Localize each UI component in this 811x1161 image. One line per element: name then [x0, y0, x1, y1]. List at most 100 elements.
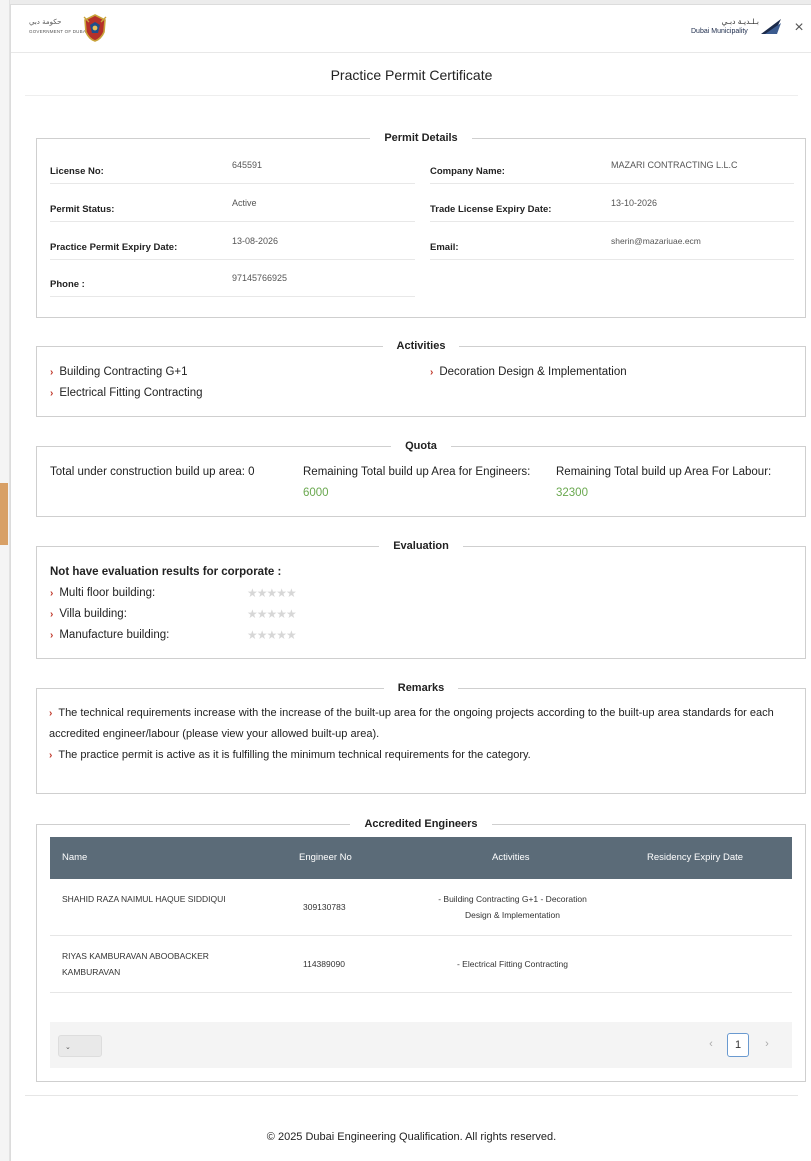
engineer-activities: - Electrical Fitting Contracting [456, 959, 568, 969]
chevron-right-icon: › [49, 750, 53, 761]
engineer-number: 114389090 [303, 959, 345, 969]
chevron-right-icon: › [50, 630, 54, 641]
close-button[interactable]: × [790, 17, 808, 39]
dm-logo-arabic: بـلـديـة دبـي [721, 17, 759, 26]
evaluation-item: › Villa building: [50, 608, 127, 620]
permit-status-label: Permit Status: [50, 204, 115, 215]
evaluation-heading: Not have evaluation results for corporat… [50, 566, 282, 578]
gov-logo-english: GOVERNMENT OF DUBAI [29, 29, 88, 34]
evaluation-item-label: Multi floor building: [59, 587, 156, 599]
practice-permit-expiry-row: Practice Permit Expiry Date: 13-08-2026 [50, 236, 415, 260]
activity-item-label: Electrical Fitting Contracting [59, 387, 203, 399]
accredited-engineers-legend: Accredited Engineers [364, 818, 478, 830]
next-page-button[interactable]: › [756, 1033, 778, 1057]
quota-section: Quota Total under construction build up … [36, 440, 806, 517]
permit-details-legend: Permit Details [384, 132, 458, 144]
column-header-engineer-no[interactable]: Engineer No [299, 852, 352, 863]
engineers-table-header: Name Engineer No Activities Residency Ex… [50, 837, 792, 879]
license-no-row: License No: 645591 [50, 160, 415, 184]
quota-legend: Quota [405, 440, 437, 452]
engineer-name: RIYAS KAMBURAVAN ABOOBACKER KAMBURAVAN [62, 951, 209, 977]
labour-area-label: Remaining Total build up Area For Labour… [556, 466, 772, 478]
email-value: sherin@mazariuae.ecm [611, 236, 701, 246]
page-number-button[interactable]: 1 [727, 1033, 749, 1057]
background-page-accent [0, 483, 8, 545]
table-row: RIYAS KAMBURAVAN ABOOBACKER KAMBURAVAN 1… [50, 936, 792, 993]
previous-page-button[interactable]: ‹ [700, 1033, 722, 1057]
rating-stars: ★★★★★ [247, 586, 297, 600]
chevron-right-icon: › [50, 588, 54, 599]
government-of-dubai-logo: حكومة دبي GOVERNMENT OF DUBAI [29, 13, 109, 45]
activities-legend: Activities [396, 340, 446, 352]
page-title: Practice Permit Certificate [330, 67, 493, 83]
column-header-residency-expiry[interactable]: Residency Expiry Date [647, 852, 743, 863]
remarks-legend: Remarks [397, 682, 445, 694]
engineers-area-value: 6000 [303, 487, 329, 499]
chevron-down-icon: ⌄ [65, 1044, 71, 1051]
page-size-select[interactable]: ⌄ [58, 1035, 102, 1057]
engineer-activities: - Building Contracting G+1 - Decoration … [438, 894, 587, 920]
permit-details-section: Permit Details License No: 645591 Compan… [36, 132, 806, 318]
trade-license-expiry-label: Trade License Expiry Date: [430, 204, 552, 215]
company-name-row: Company Name: MAZARI CONTRACTING L.L.C [430, 160, 794, 184]
phone-row: Phone : 97145766925 [50, 273, 415, 297]
evaluation-legend: Evaluation [393, 540, 449, 552]
footer-divider [25, 1095, 798, 1096]
email-label: Email: [430, 242, 459, 253]
remark-text: The technical requirements increase with… [49, 707, 774, 740]
evaluation-item-label: Villa building: [59, 608, 127, 620]
remark-item: › The technical requirements increase wit… [49, 703, 794, 745]
company-name-value: MAZARI CONTRACTING L.L.C [611, 160, 738, 170]
column-header-activities[interactable]: Activities [492, 852, 529, 863]
evaluation-item: › Multi floor building: [50, 587, 155, 599]
chevron-right-icon: › [50, 367, 54, 378]
email-row: Email: sherin@mazariuae.ecm [430, 236, 794, 260]
chevron-right-icon: › [430, 367, 434, 378]
chevron-right-icon: › [49, 708, 53, 719]
remark-text: The practice permit is active as it is f… [58, 749, 531, 761]
column-header-name[interactable]: Name [62, 852, 87, 863]
gov-logo-arabic: حكومة دبي [29, 18, 62, 26]
table-footer: ⌄ ‹ 1 › [50, 1022, 792, 1068]
modal-header: حكومة دبي GOVERNMENT OF DUBAI بـلـديـة د… [11, 5, 811, 53]
dm-logo-english: Dubai Municipality [691, 28, 748, 35]
license-no-label: License No: [50, 166, 104, 177]
trade-license-expiry-value: 13-10-2026 [611, 198, 658, 208]
activity-item: › Decoration Design & Implementation [430, 366, 627, 378]
engineer-name: SHAHID RAZA NAIMUL HAQUE SIDDIQUI [62, 894, 226, 904]
evaluation-item: › Manufacture building: [50, 629, 169, 641]
activity-item: › Building Contracting G+1 [50, 366, 188, 378]
practice-permit-expiry-label: Practice Permit Expiry Date: [50, 242, 178, 253]
activity-item: › Electrical Fitting Contracting [50, 387, 203, 399]
activity-item-label: Building Contracting G+1 [59, 366, 188, 378]
title-divider [25, 95, 798, 96]
certificate-modal: حكومة دبي GOVERNMENT OF DUBAI بـلـديـة د… [10, 4, 811, 1161]
dubai-emblem-icon [83, 14, 107, 42]
evaluation-section: Evaluation Not have evaluation results f… [36, 540, 806, 659]
evaluation-item-label: Manufacture building: [59, 629, 170, 641]
phone-value: 97145766925 [232, 273, 288, 283]
background-page-strip [0, 0, 10, 1161]
chevron-right-icon: › [50, 388, 54, 399]
license-no-value: 645591 [232, 160, 263, 170]
labour-area-value: 32300 [556, 487, 588, 499]
trade-license-expiry-row: Trade License Expiry Date: 13-10-2026 [430, 198, 794, 222]
chevron-right-icon: › [50, 609, 54, 620]
practice-permit-expiry-value: 13-08-2026 [232, 236, 279, 246]
total-under-construction-label: Total under construction build up area: … [50, 466, 255, 478]
dubai-municipality-logo: بـلـديـة دبـي Dubai Municipality [689, 17, 781, 43]
copyright-footer: © 2025 Dubai Engineering Qualification. … [266, 1131, 557, 1143]
engineer-number: 309130783 [303, 902, 346, 912]
company-name-label: Company Name: [430, 166, 505, 177]
activity-item-label: Decoration Design & Implementation [439, 366, 627, 378]
phone-label: Phone : [50, 279, 85, 290]
dubai-municipality-mark-icon [761, 19, 781, 34]
permit-status-value: Active [232, 198, 257, 208]
rating-stars: ★★★★★ [247, 628, 297, 642]
permit-status-row: Permit Status: Active [50, 198, 415, 222]
engineers-area-label: Remaining Total build up Area for Engine… [303, 466, 531, 478]
remarks-section: Remarks › The technical requirements incr… [36, 682, 806, 794]
activities-section: Activities › Building Contracting G+1 › De… [36, 340, 806, 417]
remark-item: › The practice permit is active as it is … [49, 745, 794, 766]
table-row: SHAHID RAZA NAIMUL HAQUE SIDDIQUI 309130… [50, 879, 792, 936]
